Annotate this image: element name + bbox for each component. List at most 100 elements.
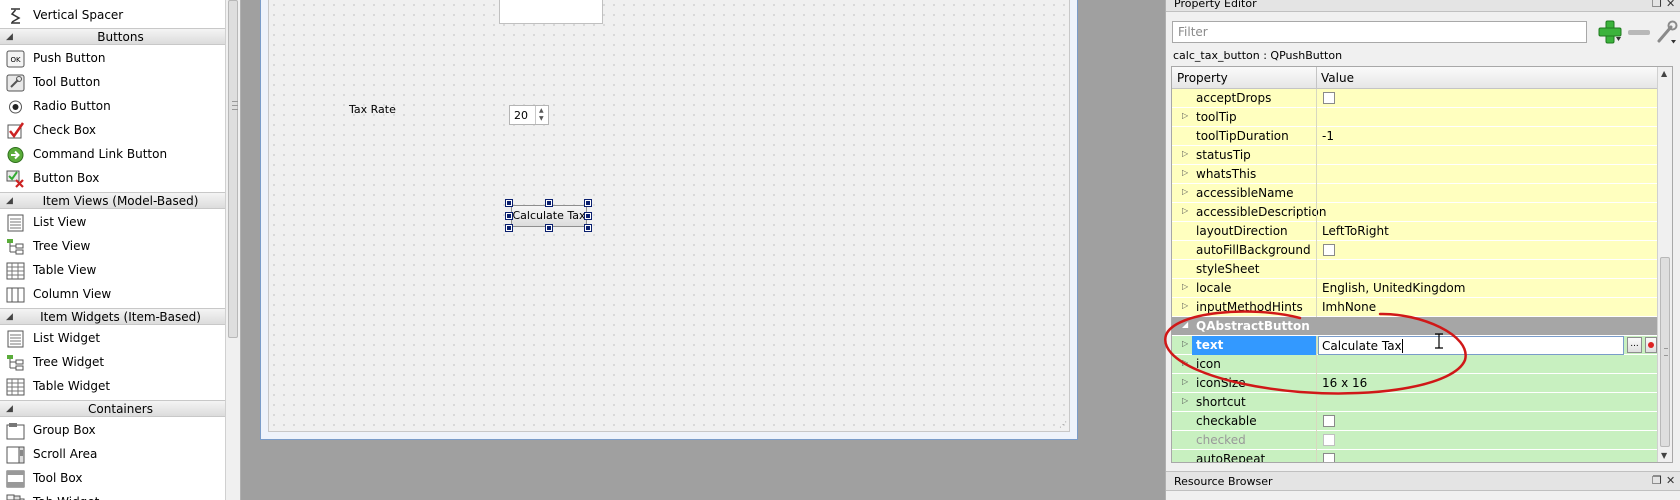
property-checkbox[interactable] — [1323, 92, 1335, 104]
property-name: checkable — [1196, 414, 1257, 428]
property-row-tooltipduration[interactable]: toolTipDuration -1 — [1172, 127, 1658, 146]
property-row-autorepeat[interactable]: autoRepeat — [1172, 450, 1658, 462]
list-widget-icon — [6, 330, 25, 348]
scroll-down-icon[interactable]: ▼ — [1661, 451, 1667, 460]
form-canvas[interactable]: Tax Rate 20 ▲ ▼ Calculate Tax ⋰ — [268, 0, 1070, 432]
float-icon[interactable]: ❐ — [1652, 474, 1662, 487]
property-row-checked[interactable]: checked — [1172, 431, 1658, 450]
text-property-editor[interactable]: Calculate Tax — [1318, 336, 1624, 355]
widget-category-item-views-model-based[interactable]: ◢ Item Views (Model-Based) — [0, 192, 240, 209]
widget-item-list-view[interactable]: List View — [0, 211, 240, 235]
property-row-accessibledescription[interactable]: ▷ accessibleDescription — [1172, 203, 1658, 222]
header-value[interactable]: Value — [1321, 71, 1354, 85]
property-name: acceptDrops — [1196, 91, 1272, 105]
selection-handle[interactable] — [505, 199, 513, 207]
selection-handle[interactable] — [584, 212, 592, 220]
widget-box-scrollbar[interactable] — [225, 0, 240, 500]
property-row-inputmethodhints[interactable]: ▷ inputMethodHints ImhNone — [1172, 298, 1658, 317]
spin-up-icon[interactable]: ▲ — [539, 107, 544, 114]
float-icon[interactable]: ❐ — [1652, 0, 1662, 10]
widget-item-button-box[interactable]: Button Box — [0, 167, 240, 191]
expand-arrow-icon[interactable]: ▷ — [1182, 187, 1188, 196]
property-checkbox[interactable] — [1323, 453, 1335, 462]
widget-item-tree-widget[interactable]: Tree Widget — [0, 351, 240, 375]
spinbox-arrows[interactable]: ▲ ▼ — [535, 106, 548, 124]
property-row-locale[interactable]: ▷ locale English, UnitedKingdom — [1172, 279, 1658, 298]
widget-category-containers[interactable]: ◢ Containers — [0, 400, 240, 417]
widget-item-push-button[interactable]: OK Push Button — [0, 47, 240, 71]
remove-property-icon[interactable] — [1628, 30, 1650, 35]
property-row-acceptdrops[interactable]: acceptDrops — [1172, 89, 1658, 108]
widget-item-check-box[interactable]: Check Box — [0, 119, 240, 143]
selection-handle[interactable] — [545, 199, 553, 207]
expand-arrow-icon[interactable]: ▷ — [1182, 168, 1188, 177]
property-row-autofillbackground[interactable]: autoFillBackground — [1172, 241, 1658, 260]
open-editor-button[interactable]: ... — [1627, 337, 1642, 353]
expand-arrow-icon[interactable]: ◢ — [1182, 320, 1188, 329]
widget-item-radio-button[interactable]: Radio Button — [0, 95, 240, 119]
property-table-scrollbar[interactable]: ▲ ▼ — [1657, 67, 1672, 462]
widget-item-column-view[interactable]: Column View — [0, 283, 240, 307]
widget-item-tab-widget[interactable]: Tab Widget — [0, 491, 240, 500]
property-row-iconsize[interactable]: ▷ iconSize 16 x 16 — [1172, 374, 1658, 393]
resize-grip-icon[interactable]: ⋰ — [1059, 421, 1067, 429]
property-row-qabstractbutton[interactable]: ◢ QAbstractButton — [1172, 317, 1658, 336]
widget-item-scroll-area[interactable]: Scroll Area — [0, 443, 240, 467]
widget-item-tool-button[interactable]: Tool Button — [0, 71, 240, 95]
widget-category-item-widgets-item-based[interactable]: ◢ Item Widgets (Item-Based) — [0, 308, 240, 325]
expand-arrow-icon[interactable]: ▷ — [1182, 111, 1188, 120]
property-row-whatsthis[interactable]: ▷ whatsThis — [1172, 165, 1658, 184]
property-row-text[interactable]: ▷ text Calculate Tax ... — [1172, 336, 1658, 355]
property-name: styleSheet — [1196, 262, 1260, 276]
property-checkbox[interactable] — [1323, 244, 1335, 256]
calculate-tax-button[interactable]: Calculate Tax — [511, 205, 587, 227]
expand-arrow-icon[interactable]: ▷ — [1182, 282, 1188, 291]
selection-handle[interactable] — [545, 224, 553, 232]
tax-rate-label[interactable]: Tax Rate — [349, 103, 396, 116]
expand-arrow-icon[interactable]: ▷ — [1182, 358, 1188, 367]
expand-arrow-icon[interactable]: ▷ — [1182, 301, 1188, 310]
widget-item-table-view[interactable]: Table View — [0, 259, 240, 283]
widget-item-list-widget[interactable]: List Widget — [0, 327, 240, 351]
property-checkbox[interactable] — [1323, 415, 1335, 427]
property-row-tooltip[interactable]: ▷ toolTip — [1172, 108, 1658, 127]
group-box-icon — [6, 422, 25, 440]
expand-arrow-icon[interactable]: ▷ — [1182, 339, 1188, 348]
property-row-layoutdirection[interactable]: layoutDirection LeftToRight — [1172, 222, 1658, 241]
header-property[interactable]: Property — [1177, 71, 1228, 85]
property-row-shortcut[interactable]: ▷ shortcut — [1172, 393, 1658, 412]
expand-arrow-icon[interactable]: ▷ — [1182, 206, 1188, 215]
text-input-widget[interactable] — [499, 0, 603, 24]
selection-handle[interactable] — [505, 224, 513, 232]
add-property-icon[interactable] — [1597, 19, 1623, 45]
widget-item-vertical-spacer[interactable]: Vertical Spacer — [0, 4, 240, 28]
reset-property-icon[interactable] — [1645, 337, 1657, 353]
expand-arrow-icon[interactable]: ▷ — [1182, 377, 1188, 386]
property-row-icon[interactable]: ▷ icon — [1172, 355, 1658, 374]
widget-item-tree-view[interactable]: Tree View — [0, 235, 240, 259]
filter-input[interactable]: Filter — [1172, 21, 1587, 43]
widget-category-buttons[interactable]: ◢ Buttons — [0, 28, 240, 45]
widget-item-label: List View — [33, 215, 87, 229]
configure-wrench-icon[interactable] — [1656, 20, 1678, 44]
scrollbar-thumb[interactable] — [1660, 257, 1670, 447]
widget-item-table-widget[interactable]: Table Widget — [0, 375, 240, 399]
widget-item-tool-box[interactable]: Tool Box — [0, 467, 240, 491]
property-row-accessiblename[interactable]: ▷ accessibleName — [1172, 184, 1658, 203]
close-icon[interactable]: ✕ — [1666, 0, 1675, 10]
property-row-checkable[interactable]: checkable — [1172, 412, 1658, 431]
widget-item-group-box[interactable]: Group Box — [0, 419, 240, 443]
scroll-up-icon[interactable]: ▲ — [1661, 69, 1667, 78]
scrollbar-thumb[interactable] — [228, 0, 238, 338]
property-row-statustip[interactable]: ▷ statusTip — [1172, 146, 1658, 165]
expand-arrow-icon[interactable]: ▷ — [1182, 396, 1188, 405]
spin-down-icon[interactable]: ▼ — [539, 115, 544, 122]
selection-handle[interactable] — [584, 199, 592, 207]
selection-handle[interactable] — [584, 224, 592, 232]
property-row-stylesheet[interactable]: styleSheet — [1172, 260, 1658, 279]
tax-rate-spinbox[interactable]: 20 ▲ ▼ — [509, 105, 549, 125]
selection-handle[interactable] — [505, 212, 513, 220]
widget-item-command-link-button[interactable]: Command Link Button — [0, 143, 240, 167]
close-icon[interactable]: ✕ — [1666, 474, 1675, 487]
expand-arrow-icon[interactable]: ▷ — [1182, 149, 1188, 158]
